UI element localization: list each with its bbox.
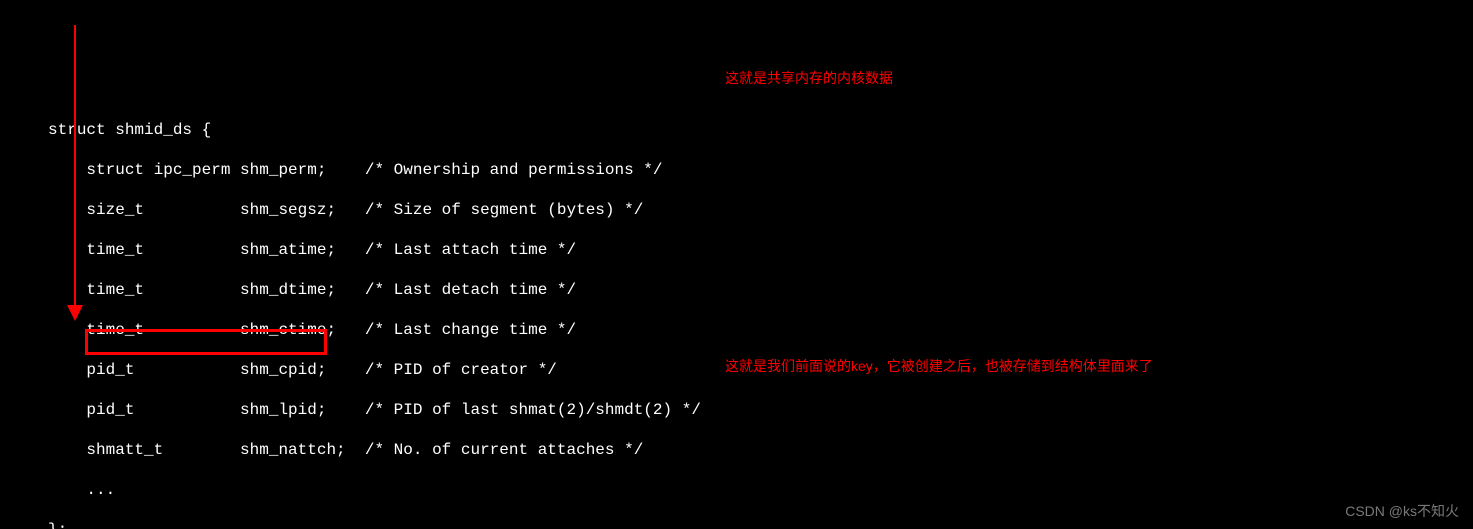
annotation-key: 这就是我们前面说的key，它被创建之后，也被存储到结构体里面来了	[725, 356, 1153, 376]
code-line: };	[0, 520, 1473, 529]
code-line: time_t shm_atime; /* Last attach time */	[0, 240, 1473, 260]
code-line: time_t shm_dtime; /* Last detach time */	[0, 280, 1473, 300]
code-line: struct ipc_perm shm_perm; /* Ownership a…	[0, 160, 1473, 180]
code-line: size_t shm_segsz; /* Size of segment (by…	[0, 200, 1473, 220]
annotation-shared-memory: 这就是共享内存的内核数据	[725, 68, 893, 88]
code-line: struct shmid_ds {	[0, 120, 1473, 140]
code-line: pid_t shm_lpid; /* PID of last shmat(2)/…	[0, 400, 1473, 420]
watermark-text: CSDN @ks不知火	[1345, 501, 1459, 521]
code-block-shmid-ds: struct shmid_ds { struct ipc_perm shm_pe…	[0, 100, 1473, 529]
code-line: time_t shm_ctime; /* Last change time */	[0, 320, 1473, 340]
code-line: ...	[0, 480, 1473, 500]
code-line: shmatt_t shm_nattch; /* No. of current a…	[0, 440, 1473, 460]
